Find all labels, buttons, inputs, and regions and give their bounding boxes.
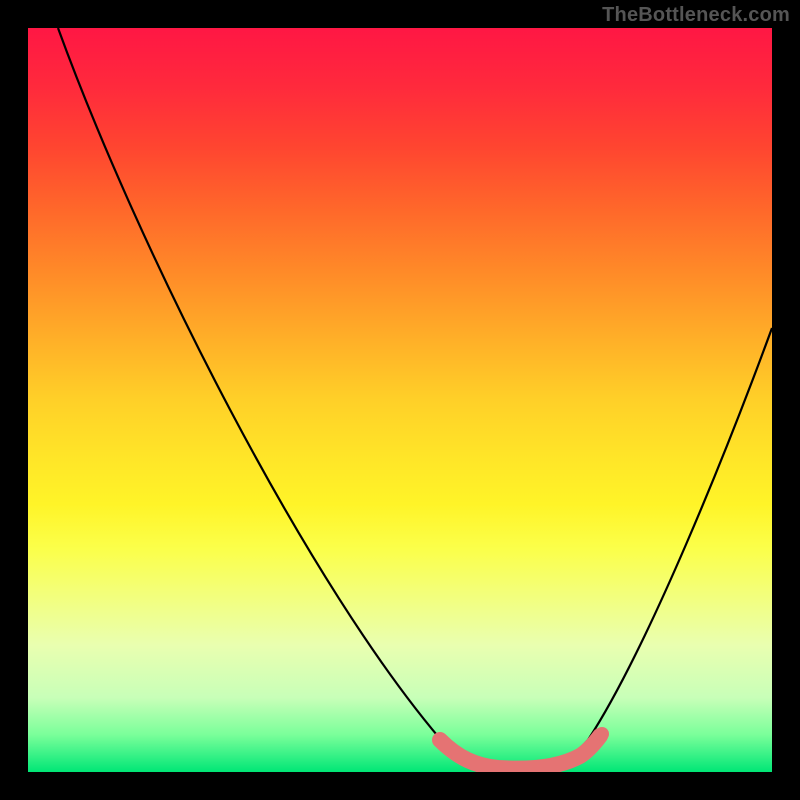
plot-area [28, 28, 772, 772]
bottleneck-curve-svg [28, 28, 772, 772]
sweet-spot-band [440, 736, 600, 769]
watermark-text: TheBottleneck.com [602, 4, 790, 27]
chart-frame: TheBottleneck.com [0, 0, 800, 800]
bottleneck-curve [58, 28, 772, 768]
sweet-spot-end-dot [595, 727, 609, 741]
